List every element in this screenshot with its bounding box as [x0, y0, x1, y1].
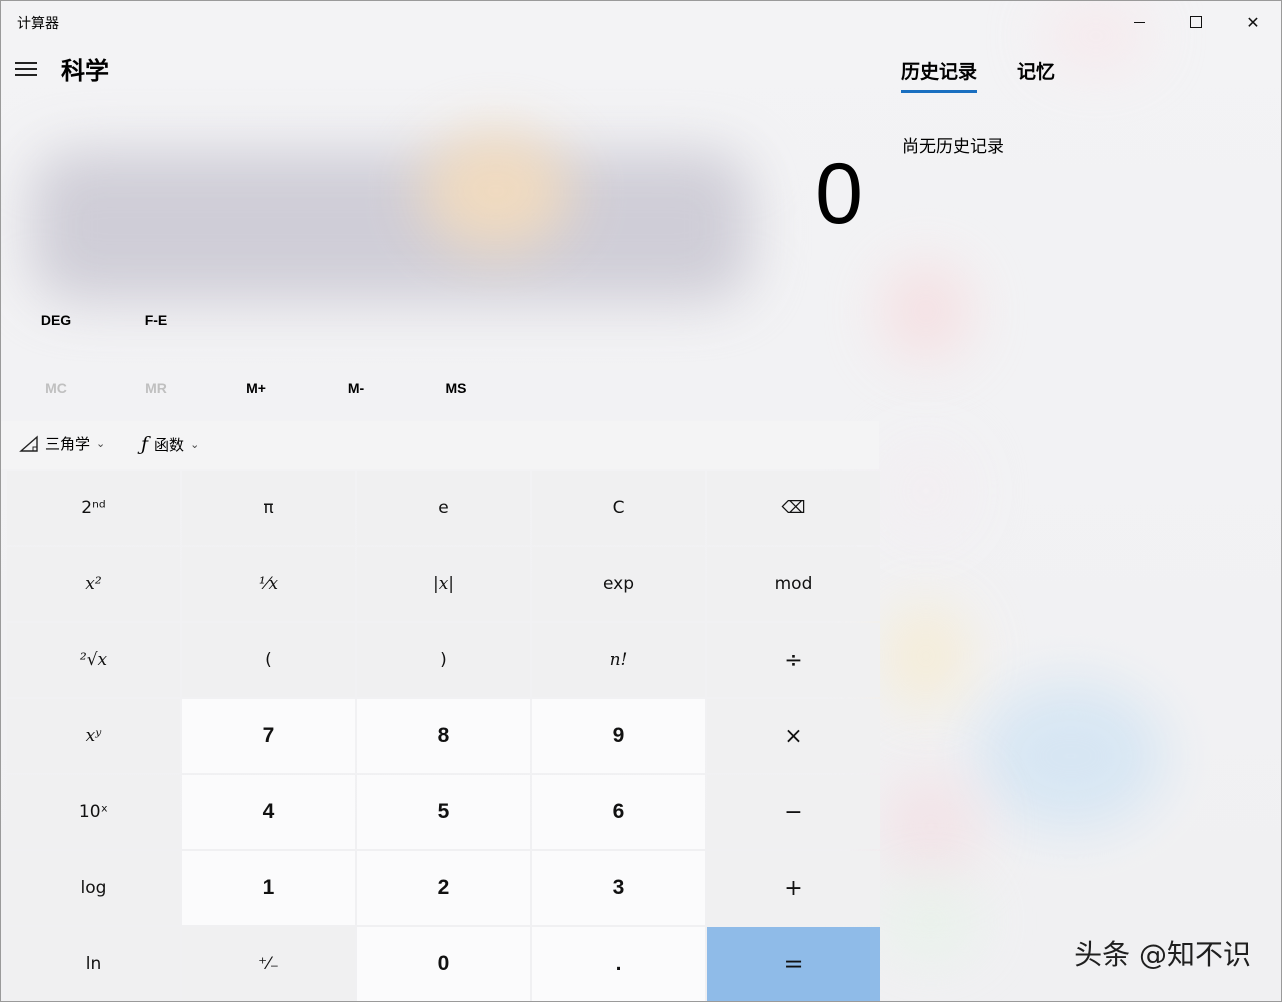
log-button[interactable]: log	[7, 851, 180, 925]
backdrop-blur	[881, 601, 971, 711]
mod-button[interactable]: mod	[707, 547, 880, 621]
close-paren-button[interactable]: )	[357, 623, 530, 697]
memory-clear-button[interactable]: MC	[16, 380, 96, 396]
memory-add-button[interactable]: M+	[216, 380, 296, 396]
digit-5-button[interactable]: 5	[357, 775, 530, 849]
negate-button[interactable]: ⁺⁄₋	[182, 927, 355, 1001]
digit-1-button[interactable]: 1	[182, 851, 355, 925]
digit-4-button[interactable]: 4	[182, 775, 355, 849]
decimal-button[interactable]: .	[532, 927, 705, 1001]
factorial-button[interactable]: n!	[532, 623, 705, 697]
backdrop-blur	[421, 131, 571, 251]
digit-6-button[interactable]: 6	[532, 775, 705, 849]
open-paren-button[interactable]: (	[182, 623, 355, 697]
sqrt-button[interactable]: ²√x	[7, 623, 180, 697]
digit-3-button[interactable]: 3	[532, 851, 705, 925]
close-icon: ✕	[1246, 12, 1260, 32]
minimize-button[interactable]	[1119, 7, 1159, 37]
memory-store-button[interactable]: MS	[416, 380, 496, 396]
backdrop-blur	[881, 771, 981, 881]
minimize-icon	[1133, 21, 1145, 23]
backspace-button[interactable]: ⌫	[707, 471, 880, 545]
memory-subtract-button[interactable]: M-	[316, 380, 396, 396]
digit-0-button[interactable]: 0	[357, 927, 530, 1001]
pi-button[interactable]: π	[182, 471, 355, 545]
backdrop-blur	[976, 681, 1166, 831]
keypad: 2ⁿᵈ π e C ⌫ x² ¹⁄x |x| exp mod ²√x() n! ÷ xʸ 7 8 9 × 10ˣ 4 5…	[7, 471, 880, 1001]
functions-label: 函数	[154, 435, 185, 454]
triangle-icon	[19, 434, 38, 452]
page-title: 科学	[61, 57, 109, 85]
backdrop-blur	[881, 261, 971, 361]
title-bar: 计算器 ✕	[1, 1, 1281, 43]
functions-dropdown[interactable]: ƒ 函数 ⌄	[141, 433, 199, 455]
digit-9-button[interactable]: 9	[532, 699, 705, 773]
multiply-button[interactable]: ×	[707, 699, 880, 773]
exp-button[interactable]: exp	[532, 547, 705, 621]
navigation-menu-button[interactable]	[15, 59, 41, 79]
function-icon: ƒ	[141, 433, 149, 455]
reciprocal-button[interactable]: ¹⁄x	[182, 547, 355, 621]
euler-button[interactable]: e	[357, 471, 530, 545]
maximize-button[interactable]	[1176, 7, 1216, 37]
trig-label: 三角学	[45, 435, 91, 453]
equals-button[interactable]: =	[707, 927, 880, 1001]
subtract-button[interactable]: −	[707, 775, 880, 849]
digit-2-button[interactable]: 2	[357, 851, 530, 925]
result-display: 0	[815, 146, 863, 242]
watermark: 头条 @知不识	[1074, 938, 1251, 971]
tab-memory[interactable]: 记忆	[1017, 57, 1055, 84]
absolute-button[interactable]: |x|	[357, 547, 530, 621]
backdrop-blur	[31, 151, 751, 301]
empty-history-text: 尚无历史记录	[902, 137, 1004, 157]
memory-recall-button[interactable]: MR	[116, 380, 196, 396]
divide-button[interactable]: ÷	[707, 623, 880, 697]
tab-history[interactable]: 历史记录	[901, 57, 978, 93]
second-button[interactable]: 2ⁿᵈ	[7, 471, 180, 545]
trig-dropdown[interactable]: 三角学 ⌄	[19, 433, 105, 454]
chevron-down-icon: ⌄	[190, 437, 200, 451]
ten-power-button[interactable]: 10ˣ	[7, 775, 180, 849]
square-button[interactable]: x²	[7, 547, 180, 621]
fe-button[interactable]: F-E	[116, 312, 196, 328]
calculator-window: 计算器 ✕ 科学 0 DEG F-E MC MR M+ M- MS 三角学 ⌄ …	[0, 0, 1282, 1002]
add-button[interactable]: +	[707, 851, 880, 925]
ln-button[interactable]: ln	[7, 927, 180, 1001]
backdrop-blur	[881, 881, 981, 961]
power-button[interactable]: xʸ	[7, 699, 180, 773]
deg-button[interactable]: DEG	[16, 312, 96, 328]
chevron-down-icon: ⌄	[96, 437, 106, 450]
digit-8-button[interactable]: 8	[357, 699, 530, 773]
maximize-icon	[1190, 16, 1202, 28]
app-title: 计算器	[17, 16, 59, 32]
backdrop-blur	[881, 441, 971, 541]
hamburger-icon	[15, 62, 37, 64]
close-button[interactable]: ✕	[1233, 7, 1273, 37]
digit-7-button[interactable]: 7	[182, 699, 355, 773]
function-toolbar: 三角学 ⌄ ƒ 函数 ⌄	[1, 421, 879, 469]
clear-button[interactable]: C	[532, 471, 705, 545]
